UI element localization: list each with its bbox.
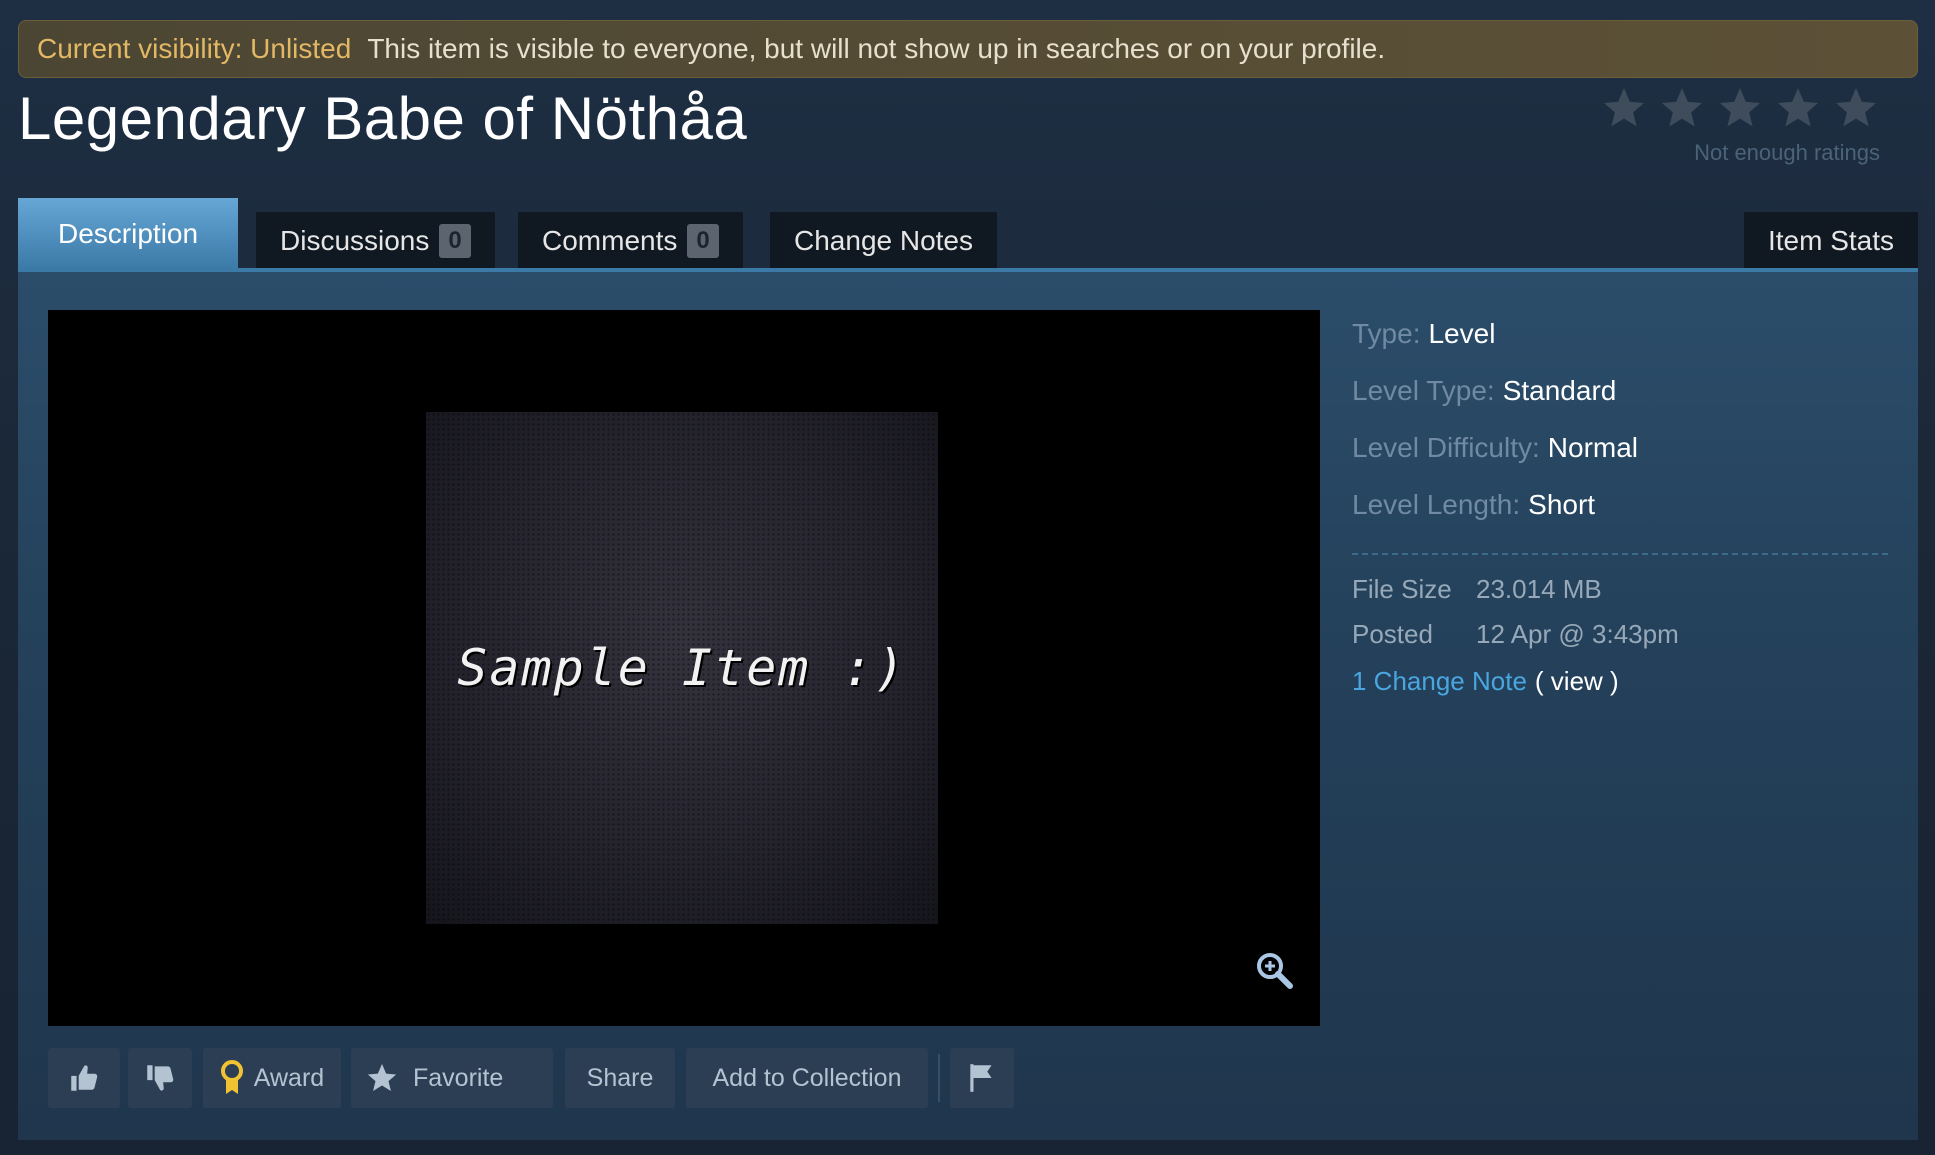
stat-difficulty: Level Difficulty: Normal [1352, 432, 1888, 489]
favorite-star-icon [365, 1061, 399, 1095]
star-icon [1658, 84, 1706, 132]
visibility-text: This item is visible to everyone, but wi… [367, 33, 1386, 64]
tab-description[interactable]: Description [18, 198, 239, 270]
tab-item-stats-label: Item Stats [1767, 225, 1894, 256]
change-note-view-link[interactable]: ( view ) [1535, 666, 1619, 697]
stat-length-label: Level Length: [1352, 489, 1521, 520]
stat-level-type: Level Type: Standard [1352, 375, 1888, 432]
flag-icon [965, 1061, 999, 1095]
detail-file-size: File Size 23.014 MB [1352, 574, 1679, 619]
award-button[interactable]: Award [203, 1048, 341, 1108]
file-size-value: 23.014 MB [1476, 574, 1602, 604]
thumbs-down-icon [143, 1061, 177, 1095]
add-to-collection-label: Add to Collection [712, 1063, 902, 1092]
tab-comments-label: Comments [542, 225, 678, 256]
stat-length: Level Length: Short [1352, 489, 1888, 546]
rating-stars [1600, 84, 1880, 132]
tab-discussions-label: Discussions [280, 225, 430, 256]
change-note-link[interactable]: 1 Change Note [1352, 666, 1527, 697]
report-button[interactable] [950, 1048, 1014, 1108]
comments-count-badge: 0 [687, 224, 719, 258]
item-details: File Size 23.014 MB Posted 12 Apr @ 3:43… [1352, 574, 1679, 697]
file-size-label: File Size [1352, 574, 1452, 604]
preview-area[interactable]: Sample Item :) [48, 310, 1320, 1026]
action-separator [938, 1054, 940, 1102]
add-to-collection-button[interactable]: Add to Collection [686, 1048, 928, 1108]
thumbs-down-button[interactable] [128, 1048, 192, 1108]
stat-level-type-value: Standard [1502, 375, 1617, 406]
stat-level-type-label: Level Type: [1352, 375, 1495, 406]
tab-description-label: Description [58, 218, 199, 249]
stat-type-value: Level [1428, 318, 1496, 349]
star-icon [1600, 84, 1648, 132]
visibility-label: Current visibility: Unlisted [37, 33, 352, 64]
preview-image[interactable]: Sample Item :) [426, 412, 938, 924]
thumbs-up-button[interactable] [48, 1048, 120, 1108]
stats-divider [1352, 553, 1888, 555]
award-icon [220, 1060, 244, 1096]
page-title: Legendary Babe of Nöthåa [18, 85, 748, 152]
share-button[interactable]: Share [565, 1048, 675, 1108]
preview-caption: Sample Item :) [457, 639, 907, 697]
stat-type-label: Type: [1352, 318, 1421, 349]
change-note-row: 1 Change Note ( view ) [1352, 666, 1679, 697]
zoom-icon[interactable] [1254, 950, 1294, 990]
star-icon [1832, 84, 1880, 132]
tab-comments[interactable]: Comments 0 [518, 212, 743, 270]
stat-type: Type: Level [1352, 318, 1888, 375]
tab-change-notes-label: Change Notes [794, 225, 974, 256]
star-icon [1716, 84, 1764, 132]
tab-item-stats[interactable]: Item Stats [1743, 212, 1918, 270]
posted-value: 12 Apr @ 3:43pm [1476, 619, 1679, 649]
stat-difficulty-value: Normal [1547, 432, 1639, 463]
discussions-count-badge: 0 [439, 224, 471, 258]
detail-posted: Posted 12 Apr @ 3:43pm [1352, 619, 1679, 664]
favorite-label: Favorite [413, 1063, 504, 1092]
rating-widget: Not enough ratings [1600, 84, 1880, 166]
thumbs-up-icon [67, 1061, 101, 1095]
visibility-banner: Current visibility: Unlisted This item i… [18, 20, 1918, 78]
tab-discussions[interactable]: Discussions 0 [256, 212, 495, 270]
favorite-button[interactable]: Favorite [351, 1048, 553, 1108]
tabs-bar: Description Discussions 0 Comments 0 Cha… [18, 198, 1918, 270]
share-label: Share [586, 1063, 654, 1092]
stat-difficulty-label: Level Difficulty: [1352, 432, 1540, 463]
posted-label: Posted [1352, 619, 1433, 649]
item-stats: Type: Level Level Type: Standard Level D… [1352, 318, 1888, 546]
stat-length-value: Short [1528, 489, 1596, 520]
award-label: Award [253, 1063, 325, 1092]
rating-text: Not enough ratings [1694, 140, 1880, 165]
tab-change-notes[interactable]: Change Notes [770, 212, 998, 270]
star-icon [1774, 84, 1822, 132]
